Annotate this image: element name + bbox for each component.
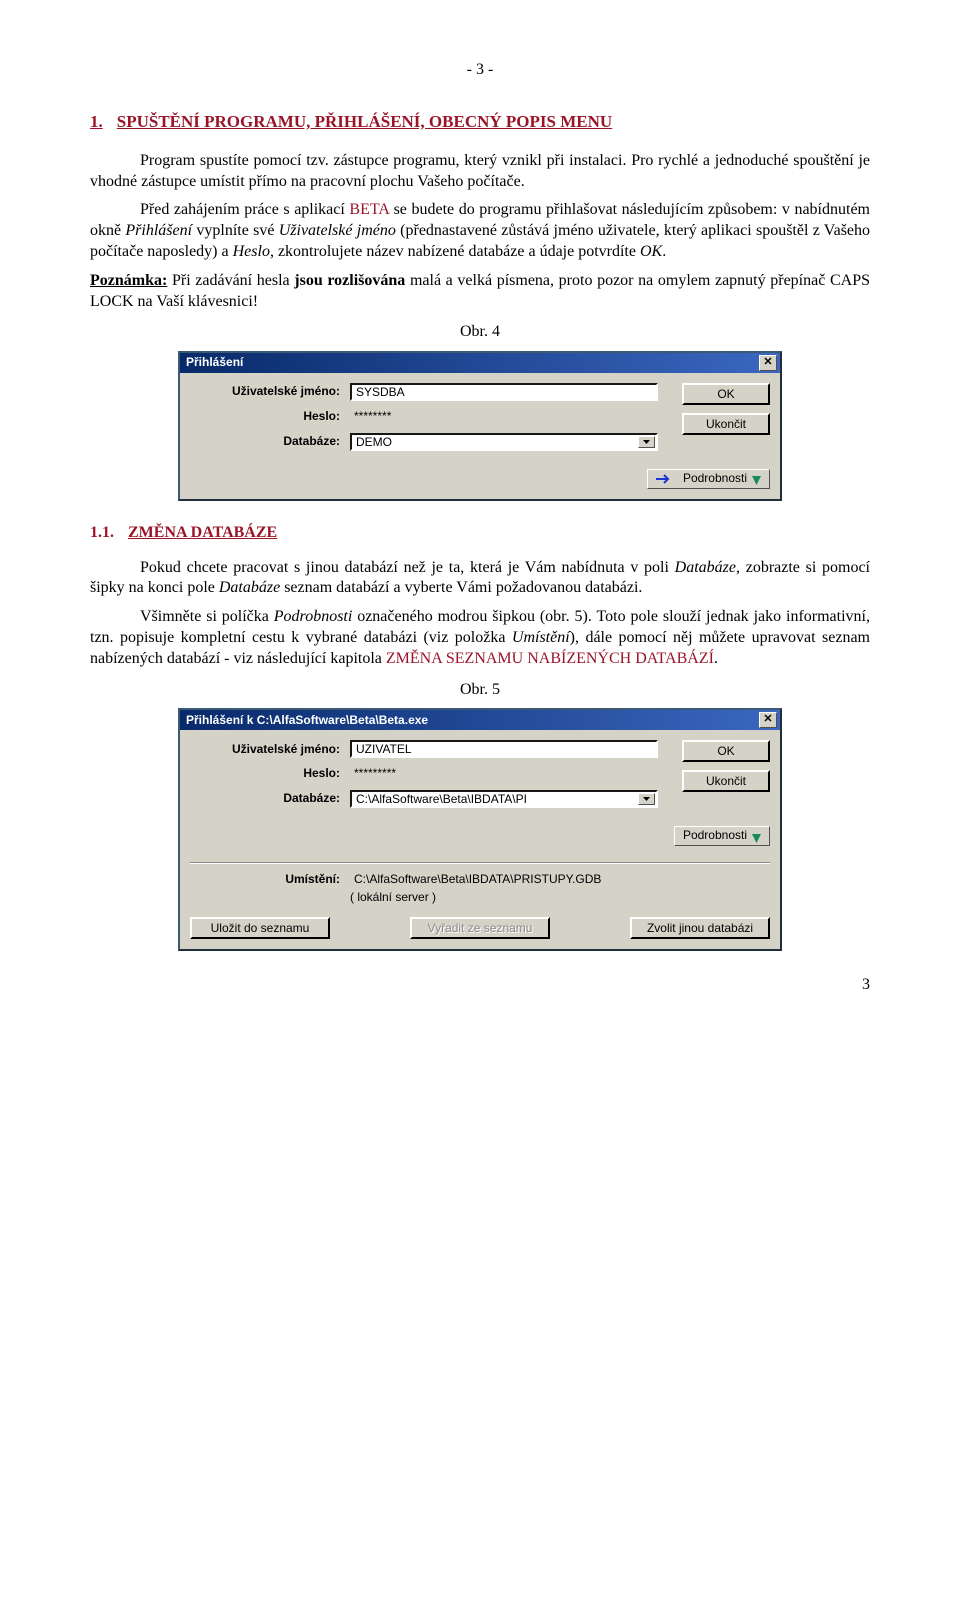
heading-1-1: 1.1. ZMĚNA DATABÁZE [90, 523, 870, 544]
titlebar: Přihlášení ✕ [180, 353, 780, 373]
cancel-button[interactable]: Ukončit [682, 770, 770, 792]
remove-from-list-button[interactable]: Vyřadit ze seznamu [410, 917, 550, 939]
password-value[interactable]: ******** [350, 409, 395, 425]
close-icon[interactable]: ✕ [759, 712, 777, 728]
close-icon[interactable]: ✕ [759, 355, 777, 371]
figure-4-label: Obr. 4 [90, 322, 870, 343]
password-value[interactable]: ********* [350, 766, 400, 782]
chevron-down-icon[interactable] [638, 436, 655, 448]
dialog-title: Přihlášení [186, 355, 759, 371]
ok-button[interactable]: OK [682, 740, 770, 762]
text-bold: jsou rozlišována [294, 272, 405, 289]
text: vyplníte své [192, 222, 279, 239]
text: Před zahájením práce s aplikací [140, 201, 349, 218]
database-combo[interactable]: DEMO [350, 433, 658, 451]
text-italic: Podrobnosti [274, 608, 353, 625]
username-input[interactable]: SYSDBA [350, 383, 658, 401]
note-label: Poznámka: [90, 272, 167, 289]
text: seznam databází a vyberte Vámi požadovan… [280, 579, 642, 596]
paragraph-note: Poznámka: Při zadávání hesla jsou rozliš… [90, 271, 870, 313]
database-label: Databáze: [190, 434, 350, 450]
password-label: Heslo: [190, 766, 350, 782]
page-number-bottom: 3 [90, 975, 870, 996]
text: . [662, 243, 666, 260]
triangle-down-icon [752, 474, 761, 483]
location-sub: ( lokální server ) [190, 890, 770, 906]
username-label: Uživatelské jméno: [190, 742, 350, 758]
triangle-down-icon [752, 832, 761, 841]
chapter-reference: ZMĚNA SEZNAMU NABÍZENÝCH DATABÁZÍ [386, 650, 714, 667]
location-value: C:\AlfaSoftware\Beta\IBDATA\PRISTUPY.GDB [354, 872, 601, 888]
page-number-top: - 3 - [90, 60, 870, 81]
text-italic: Přihlášení [125, 222, 192, 239]
login-dialog-2: Přihlášení k C:\AlfaSoftware\Beta\Beta.e… [178, 708, 782, 951]
text: , zkontrolujete název nabízené databáze … [270, 243, 640, 260]
text: Při zadávání hesla [167, 272, 294, 289]
details-toggle[interactable]: Podrobnosti [674, 826, 770, 846]
arrow-right-icon [656, 474, 674, 484]
choose-other-db-button[interactable]: Zvolit jinou databázi [630, 917, 770, 939]
login-dialog-1: Přihlášení ✕ Uživatelské jméno: SYSDBA H… [178, 351, 782, 501]
divider [190, 862, 770, 864]
database-value: C:\AlfaSoftware\Beta\IBDATA\PI [356, 790, 527, 808]
heading-1-1-text: ZMĚNA DATABÁZE [128, 524, 277, 541]
text-italic: OK [640, 243, 662, 260]
heading-1-1-number: 1.1. [90, 524, 114, 541]
dialog-title: Přihlášení k C:\AlfaSoftware\Beta\Beta.e… [186, 713, 759, 729]
database-combo[interactable]: C:\AlfaSoftware\Beta\IBDATA\PI [350, 790, 658, 808]
location-label: Umístění: [190, 872, 350, 888]
text: Všimněte si políčka [140, 608, 274, 625]
details-label: Podrobnosti [683, 471, 747, 487]
text-italic: Heslo [233, 243, 270, 260]
titlebar: Přihlášení k C:\AlfaSoftware\Beta\Beta.e… [180, 710, 780, 730]
password-label: Heslo: [190, 409, 350, 425]
ok-button[interactable]: OK [682, 383, 770, 405]
paragraph-login: Před zahájením práce s aplikací BETA se … [90, 200, 870, 262]
paragraph-details: Všimněte si políčka Podrobnosti označené… [90, 607, 870, 669]
text: . [714, 650, 718, 667]
text: Pokud chcete pracovat s jinou databází n… [140, 559, 675, 576]
text-italic: Databáze [219, 579, 280, 596]
chevron-down-icon[interactable] [638, 793, 655, 805]
username-input[interactable]: UZIVATEL [350, 740, 658, 758]
username-label: Uživatelské jméno: [190, 384, 350, 400]
paragraph-change-db: Pokud chcete pracovat s jinou databází n… [90, 558, 870, 600]
figure-5-label: Obr. 5 [90, 680, 870, 701]
text-italic: Databáze [675, 559, 736, 576]
save-to-list-button[interactable]: Uložit do seznamu [190, 917, 330, 939]
details-label: Podrobnosti [683, 828, 747, 844]
heading-1-text: SPUŠTĚNÍ PROGRAMU, PŘIHLÁŠENÍ, OBECNÝ PO… [117, 112, 612, 131]
heading-1-number: 1. [90, 112, 103, 131]
details-toggle[interactable]: Podrobnosti [647, 469, 770, 489]
text-italic: Uživatelské jméno [279, 222, 396, 239]
cancel-button[interactable]: Ukončit [682, 413, 770, 435]
database-label: Databáze: [190, 791, 350, 807]
text-italic: Umístění [512, 629, 570, 646]
text-beta: BETA [349, 201, 389, 218]
heading-1: 1. SPUŠTĚNÍ PROGRAMU, PŘIHLÁŠENÍ, OBECNÝ … [90, 111, 870, 133]
database-value: DEMO [356, 433, 392, 451]
paragraph-intro: Program spustíte pomocí tzv. zástupce pr… [90, 151, 870, 193]
